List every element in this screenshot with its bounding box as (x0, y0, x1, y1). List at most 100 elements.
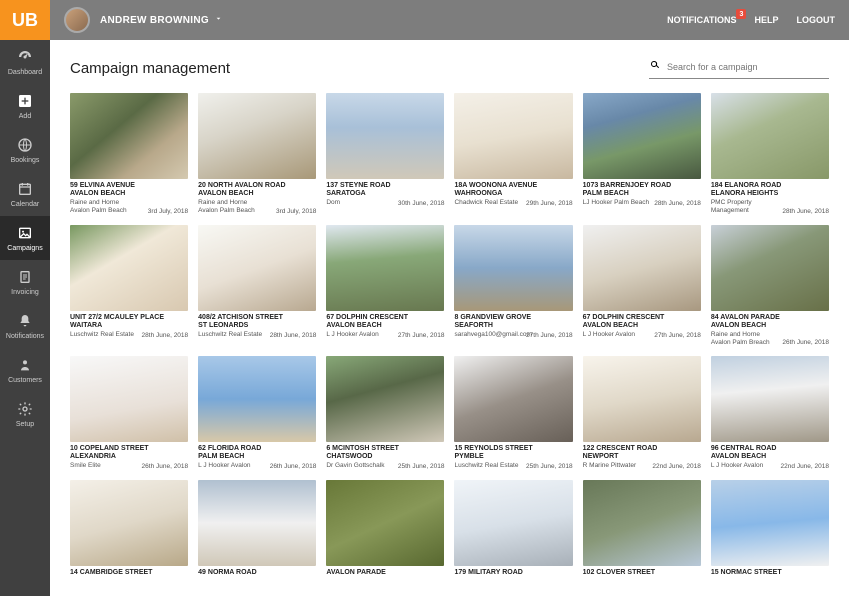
campaign-grid: 59 ELVINA AVENUE AVALON BEACH Raine and … (70, 93, 829, 594)
campaign-thumbnail (70, 93, 188, 179)
search-wrap[interactable] (649, 58, 829, 79)
campaign-card[interactable]: 67 DOLPHIN CRESCENT AVALON BEACH L J Hoo… (326, 225, 444, 347)
nav-setup[interactable]: Setup (0, 392, 50, 436)
campaign-card[interactable]: 8 GRANDVIEW GROVE SEAFORTH sarahvega100@… (454, 225, 572, 347)
nav-add[interactable]: Add (0, 84, 50, 128)
campaign-card[interactable]: 15 NORMAC STREET (711, 480, 829, 594)
campaign-card[interactable]: 102 CLOVER STREET (583, 480, 701, 594)
nav-label: Customers (8, 377, 42, 384)
campaign-date: 27th June, 2018 (654, 332, 701, 339)
campaign-info: 20 NORTH AVALON ROAD AVALON BEACH Raine … (198, 179, 316, 215)
notifications-label: NOTIFICATIONS (667, 15, 736, 25)
campaign-thumbnail (583, 93, 701, 179)
nav-customers[interactable]: Customers (0, 348, 50, 392)
nav-notifications[interactable]: Notifications (0, 304, 50, 348)
campaign-address-line2: PALM BEACH (583, 190, 701, 198)
nav-invoicing[interactable]: Invoicing (0, 260, 50, 304)
sidebar: UB Dashboard Add Bookings Calendar Campa… (0, 0, 50, 596)
search-input[interactable] (667, 62, 829, 72)
notifications-badge: 3 (736, 9, 746, 19)
campaign-info: 15 NORMAC STREET (711, 566, 829, 594)
campaign-card[interactable]: 15 REYNOLDS STREET PYMBLE Luschwitz Real… (454, 356, 572, 470)
campaign-address-line1: 184 ELANORA ROAD (711, 182, 829, 190)
campaign-address-line1: 62 FLORIDA ROAD (198, 445, 316, 453)
campaign-card[interactable]: 1073 BARRENJOEY ROAD PALM BEACH LJ Hooke… (583, 93, 701, 215)
page-header: Campaign management (50, 40, 849, 93)
campaign-card[interactable]: UNIT 27/2 MCAULEY PLACE WAITARA Luschwit… (70, 225, 188, 347)
campaign-address-line1: 10 COPELAND STREET (70, 445, 188, 453)
campaign-card[interactable]: 84 AVALON PARADE AVALON BEACH Raine and … (711, 225, 829, 347)
brand-logo[interactable]: UB (0, 0, 50, 40)
topbar-logout[interactable]: LOGOUT (797, 15, 836, 25)
campaign-address-line1: 20 NORTH AVALON ROAD (198, 182, 316, 190)
campaign-card[interactable]: 62 FLORIDA ROAD PALM BEACH L J Hooker Av… (198, 356, 316, 470)
campaign-card[interactable]: 96 CENTRAL ROAD AVALON BEACH L J Hooker … (711, 356, 829, 470)
campaign-thumbnail (198, 93, 316, 179)
campaign-info: 184 ELANORA ROAD ELANORA HEIGHTS PMC Pro… (711, 179, 829, 215)
campaign-agency: L J Hooker Avalon (198, 462, 268, 470)
nav-campaigns[interactable]: Campaigns (0, 216, 50, 260)
campaign-info: 59 ELVINA AVENUE AVALON BEACH Raine and … (70, 179, 188, 215)
campaign-address-line2: CHATSWOOD (326, 453, 444, 461)
nav-calendar[interactable]: Calendar (0, 172, 50, 216)
campaign-agency: sarahvega100@gmail.com (454, 331, 524, 339)
campaign-card[interactable]: 179 MILITARY ROAD (454, 480, 572, 594)
campaign-card[interactable]: 59 ELVINA AVENUE AVALON BEACH Raine and … (70, 93, 188, 215)
campaign-address-line2: AVALON BEACH (70, 190, 188, 198)
campaign-card[interactable]: 6 MCINTOSH STREET CHATSWOOD Dr Gavin Got… (326, 356, 444, 470)
campaign-thumbnail (711, 356, 829, 442)
calendar-icon (16, 180, 34, 198)
topbar-notifications[interactable]: NOTIFICATIONS 3 (667, 15, 736, 25)
campaign-card[interactable]: 10 COPELAND STREET ALEXANDRIA Smile Elit… (70, 356, 188, 470)
bell-icon (16, 312, 34, 330)
campaign-info: UNIT 27/2 MCAULEY PLACE WAITARA Luschwit… (70, 311, 188, 339)
campaign-card[interactable]: AVALON PARADE (326, 480, 444, 594)
campaign-agency: Dom (326, 199, 396, 207)
campaign-info: 67 DOLPHIN CRESCENT AVALON BEACH L J Hoo… (326, 311, 444, 339)
campaign-thumbnail (70, 480, 188, 566)
campaign-agency: Chadwick Real Estate (454, 199, 524, 207)
avatar[interactable] (64, 7, 90, 33)
campaign-thumbnail (454, 480, 572, 566)
campaign-agency: Smile Elite (70, 462, 140, 470)
campaign-info: 84 AVALON PARADE AVALON BEACH Raine and … (711, 311, 829, 347)
campaign-address-line1: 67 DOLPHIN CRESCENT (583, 314, 701, 322)
user-menu[interactable]: ANDREW BROWNING (100, 14, 223, 26)
campaign-card[interactable]: 20 NORTH AVALON ROAD AVALON BEACH Raine … (198, 93, 316, 215)
campaign-thumbnail (326, 93, 444, 179)
campaign-thumbnail (198, 225, 316, 311)
campaign-address-line1: 15 NORMAC STREET (711, 569, 829, 577)
campaign-address-line1: 18A WOONONA AVENUE (454, 182, 572, 190)
campaign-agency: L J Hooker Avalon (583, 331, 653, 339)
campaign-thumbnail (198, 480, 316, 566)
campaign-date: 29th June, 2018 (526, 200, 573, 207)
nav-label: Invoicing (11, 289, 39, 296)
campaign-thumbnail (70, 356, 188, 442)
campaign-address-line1: 67 DOLPHIN CRESCENT (326, 314, 444, 322)
campaign-agency: Luschwitz Real Estate (198, 331, 268, 339)
campaign-info: 122 CRESCENT ROAD NEWPORT R Marine Pittw… (583, 442, 701, 470)
campaign-info: 15 REYNOLDS STREET PYMBLE Luschwitz Real… (454, 442, 572, 470)
campaign-card[interactable]: 122 CRESCENT ROAD NEWPORT R Marine Pittw… (583, 356, 701, 470)
campaign-card[interactable]: 137 STEYNE ROAD SARATOGA Dom 30th June, … (326, 93, 444, 215)
campaign-date: 28th June, 2018 (782, 208, 829, 215)
campaign-address-line1: 122 CRESCENT ROAD (583, 445, 701, 453)
globe-icon (16, 136, 34, 154)
campaign-card[interactable]: 49 NORMA ROAD (198, 480, 316, 594)
campaign-card[interactable]: 408/2 ATCHISON STREET ST LEONARDS Luschw… (198, 225, 316, 347)
nav-dashboard[interactable]: Dashboard (0, 40, 50, 84)
nav-bookings[interactable]: Bookings (0, 128, 50, 172)
campaign-thumbnail (711, 480, 829, 566)
person-icon (16, 356, 34, 374)
campaign-address-line2: PALM BEACH (198, 453, 316, 461)
campaign-card[interactable]: 184 ELANORA ROAD ELANORA HEIGHTS PMC Pro… (711, 93, 829, 215)
image-icon (16, 224, 34, 242)
campaign-address-line1: 96 CENTRAL ROAD (711, 445, 829, 453)
campaign-info: 10 COPELAND STREET ALEXANDRIA Smile Elit… (70, 442, 188, 470)
topbar-help[interactable]: HELP (754, 15, 778, 25)
campaign-card[interactable]: 14 CAMBRIDGE STREET (70, 480, 188, 594)
campaign-card[interactable]: 67 DOLPHIN CRESCENT AVALON BEACH L J Hoo… (583, 225, 701, 347)
campaign-agency: R Marine Pittwater (583, 462, 653, 470)
campaign-card[interactable]: 18A WOONONA AVENUE WAHROONGA Chadwick Re… (454, 93, 572, 215)
campaign-address-line1: 1073 BARRENJOEY ROAD (583, 182, 701, 190)
